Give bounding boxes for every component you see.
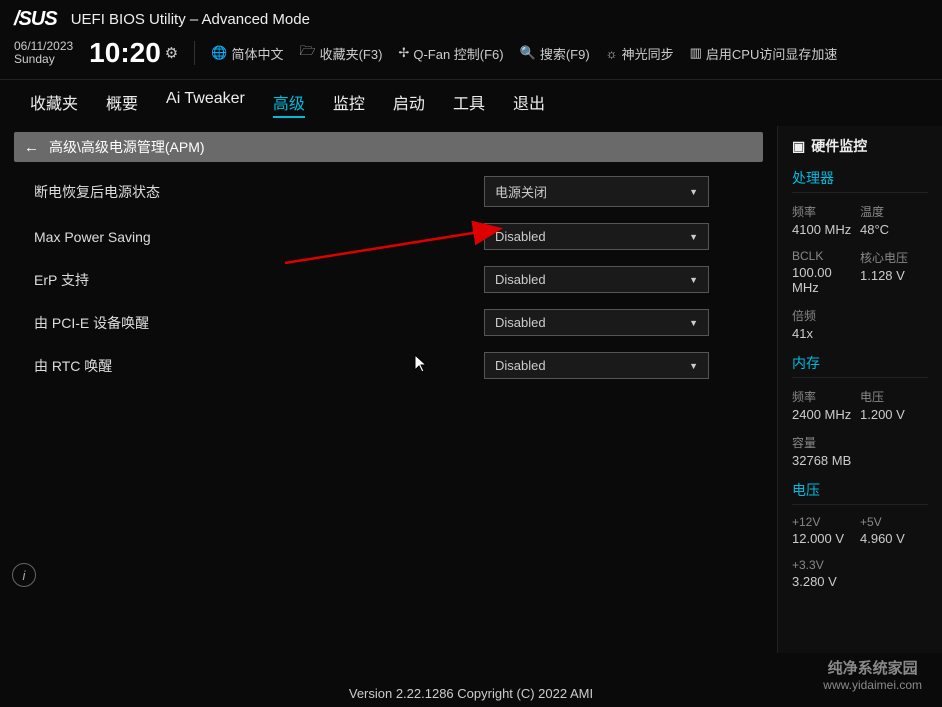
mem-cap: 32768 MB (792, 453, 928, 468)
dropdown-max-power-saving[interactable]: Disabled▼ (484, 223, 709, 250)
tab-ai-tweaker[interactable]: Ai Tweaker (166, 88, 245, 118)
dropdown-rtc-wake[interactable]: Disabled▼ (484, 352, 709, 379)
tab-monitor[interactable]: 监控 (333, 88, 365, 118)
tab-advanced[interactable]: 高级 (273, 88, 305, 118)
search-icon: 🔍 (520, 45, 536, 61)
mem-freq: 2400 MHz (792, 407, 860, 422)
aura-button[interactable]: ☼神光同步 (606, 44, 674, 63)
mem-volt: 1.200 V (860, 407, 928, 422)
tab-tool[interactable]: 工具 (453, 88, 485, 118)
tab-favorites[interactable]: 收藏夹 (30, 88, 78, 118)
time-block: 10:20 ⚙ (89, 37, 178, 69)
volt-12v: 12.000 V (792, 531, 860, 546)
cpu-ratio: 41x (792, 326, 928, 341)
cpu-freq: 4100 MHz (792, 222, 860, 237)
cpu-temp: 48°C (860, 222, 928, 237)
chevron-down-icon: ▼ (689, 275, 698, 285)
info-icon[interactable]: i (12, 563, 36, 587)
day-text: Sunday (14, 53, 73, 66)
setting-max-power-saving: Max Power Saving Disabled▼ (34, 223, 743, 250)
qfan-button[interactable]: ✢Q-Fan 控制(F6) (398, 44, 503, 63)
cpu-section-title: 处理器 (792, 168, 928, 193)
divider (194, 41, 195, 65)
footer-version: Version 2.22.1286 Copyright (C) 2022 AMI (0, 686, 942, 701)
voltage-section-title: 电压 (792, 480, 928, 505)
chevron-down-icon: ▼ (689, 361, 698, 371)
main-area: ← 高级\高级电源管理(APM) 断电恢复后电源状态 电源关闭▼ Max Pow… (0, 126, 942, 653)
cpu-bclk: 100.00 MHz (792, 265, 860, 295)
monitor-icon: ▣ (792, 138, 805, 155)
chevron-down-icon: ▼ (689, 187, 698, 197)
fan-icon: ✢ (398, 45, 409, 61)
hardware-monitor: ▣硬件监控 处理器 频率4100 MHz 温度48°C BCLK100.00 M… (777, 126, 942, 653)
volt-33v: 3.280 V (792, 574, 928, 589)
dropdown-erp[interactable]: Disabled▼ (484, 266, 709, 293)
tab-exit[interactable]: 退出 (513, 88, 545, 118)
breadcrumb: ← 高级\高级电源管理(APM) (14, 132, 763, 162)
top-tabs: 收藏夹 概要 Ai Tweaker 高级 监控 启动 工具 退出 (0, 80, 942, 126)
chip-icon: ▥ (690, 45, 702, 61)
dropdown-restore-ac[interactable]: 电源关闭▼ (484, 176, 709, 207)
globe-icon: 🌐 (211, 45, 227, 61)
favorites-button[interactable]: 🗁收藏夹(F3) (299, 42, 382, 64)
folder-icon: 🗁 (299, 42, 315, 64)
dropdown-pcie-wake[interactable]: Disabled▼ (484, 309, 709, 336)
breadcrumb-text: 高级\高级电源管理(APM) (49, 137, 205, 157)
setting-rtc-wake: 由 RTC 唤醒 Disabled▼ (34, 352, 743, 379)
header-bar: /SUS UEFI BIOS Utility – Advanced Mode (0, 0, 942, 35)
memory-section-title: 内存 (792, 353, 928, 378)
setting-restore-ac: 断电恢复后电源状态 电源关闭▼ (34, 176, 743, 207)
cpu-vcore: 1.128 V (860, 268, 928, 283)
setting-pcie-wake: 由 PCI-E 设备唤醒 Disabled▼ (34, 309, 743, 336)
bios-title: UEFI BIOS Utility – Advanced Mode (71, 11, 310, 28)
asus-logo: /SUS (14, 8, 57, 31)
watermark: 纯净系统家园 www.yidaimei.com (823, 657, 922, 692)
language-button[interactable]: 🌐简体中文 (211, 44, 283, 63)
gear-icon[interactable]: ⚙ (165, 44, 178, 62)
content-panel: ← 高级\高级电源管理(APM) 断电恢复后电源状态 电源关闭▼ Max Pow… (0, 126, 777, 653)
tab-main[interactable]: 概要 (106, 88, 138, 118)
back-arrow-icon[interactable]: ← (24, 139, 39, 156)
chevron-down-icon: ▼ (689, 318, 698, 328)
date-block: 06/11/2023 Sunday (14, 40, 73, 66)
aura-icon: ☼ (606, 46, 618, 61)
setting-erp: ErP 支持 Disabled▼ (34, 266, 743, 293)
chevron-down-icon: ▼ (689, 232, 698, 242)
toolbar: 06/11/2023 Sunday 10:20 ⚙ 🌐简体中文 🗁收藏夹(F3)… (0, 35, 942, 80)
time-text: 10:20 (89, 37, 161, 69)
resize-bar-button[interactable]: ▥启用CPU访问显存加速 (690, 44, 838, 63)
volt-5v: 4.960 V (860, 531, 928, 546)
search-button[interactable]: 🔍搜索(F9) (520, 44, 590, 63)
monitor-header: ▣硬件监控 (792, 136, 928, 156)
settings-list: 断电恢复后电源状态 电源关闭▼ Max Power Saving Disable… (14, 162, 763, 409)
tab-boot[interactable]: 启动 (393, 88, 425, 118)
